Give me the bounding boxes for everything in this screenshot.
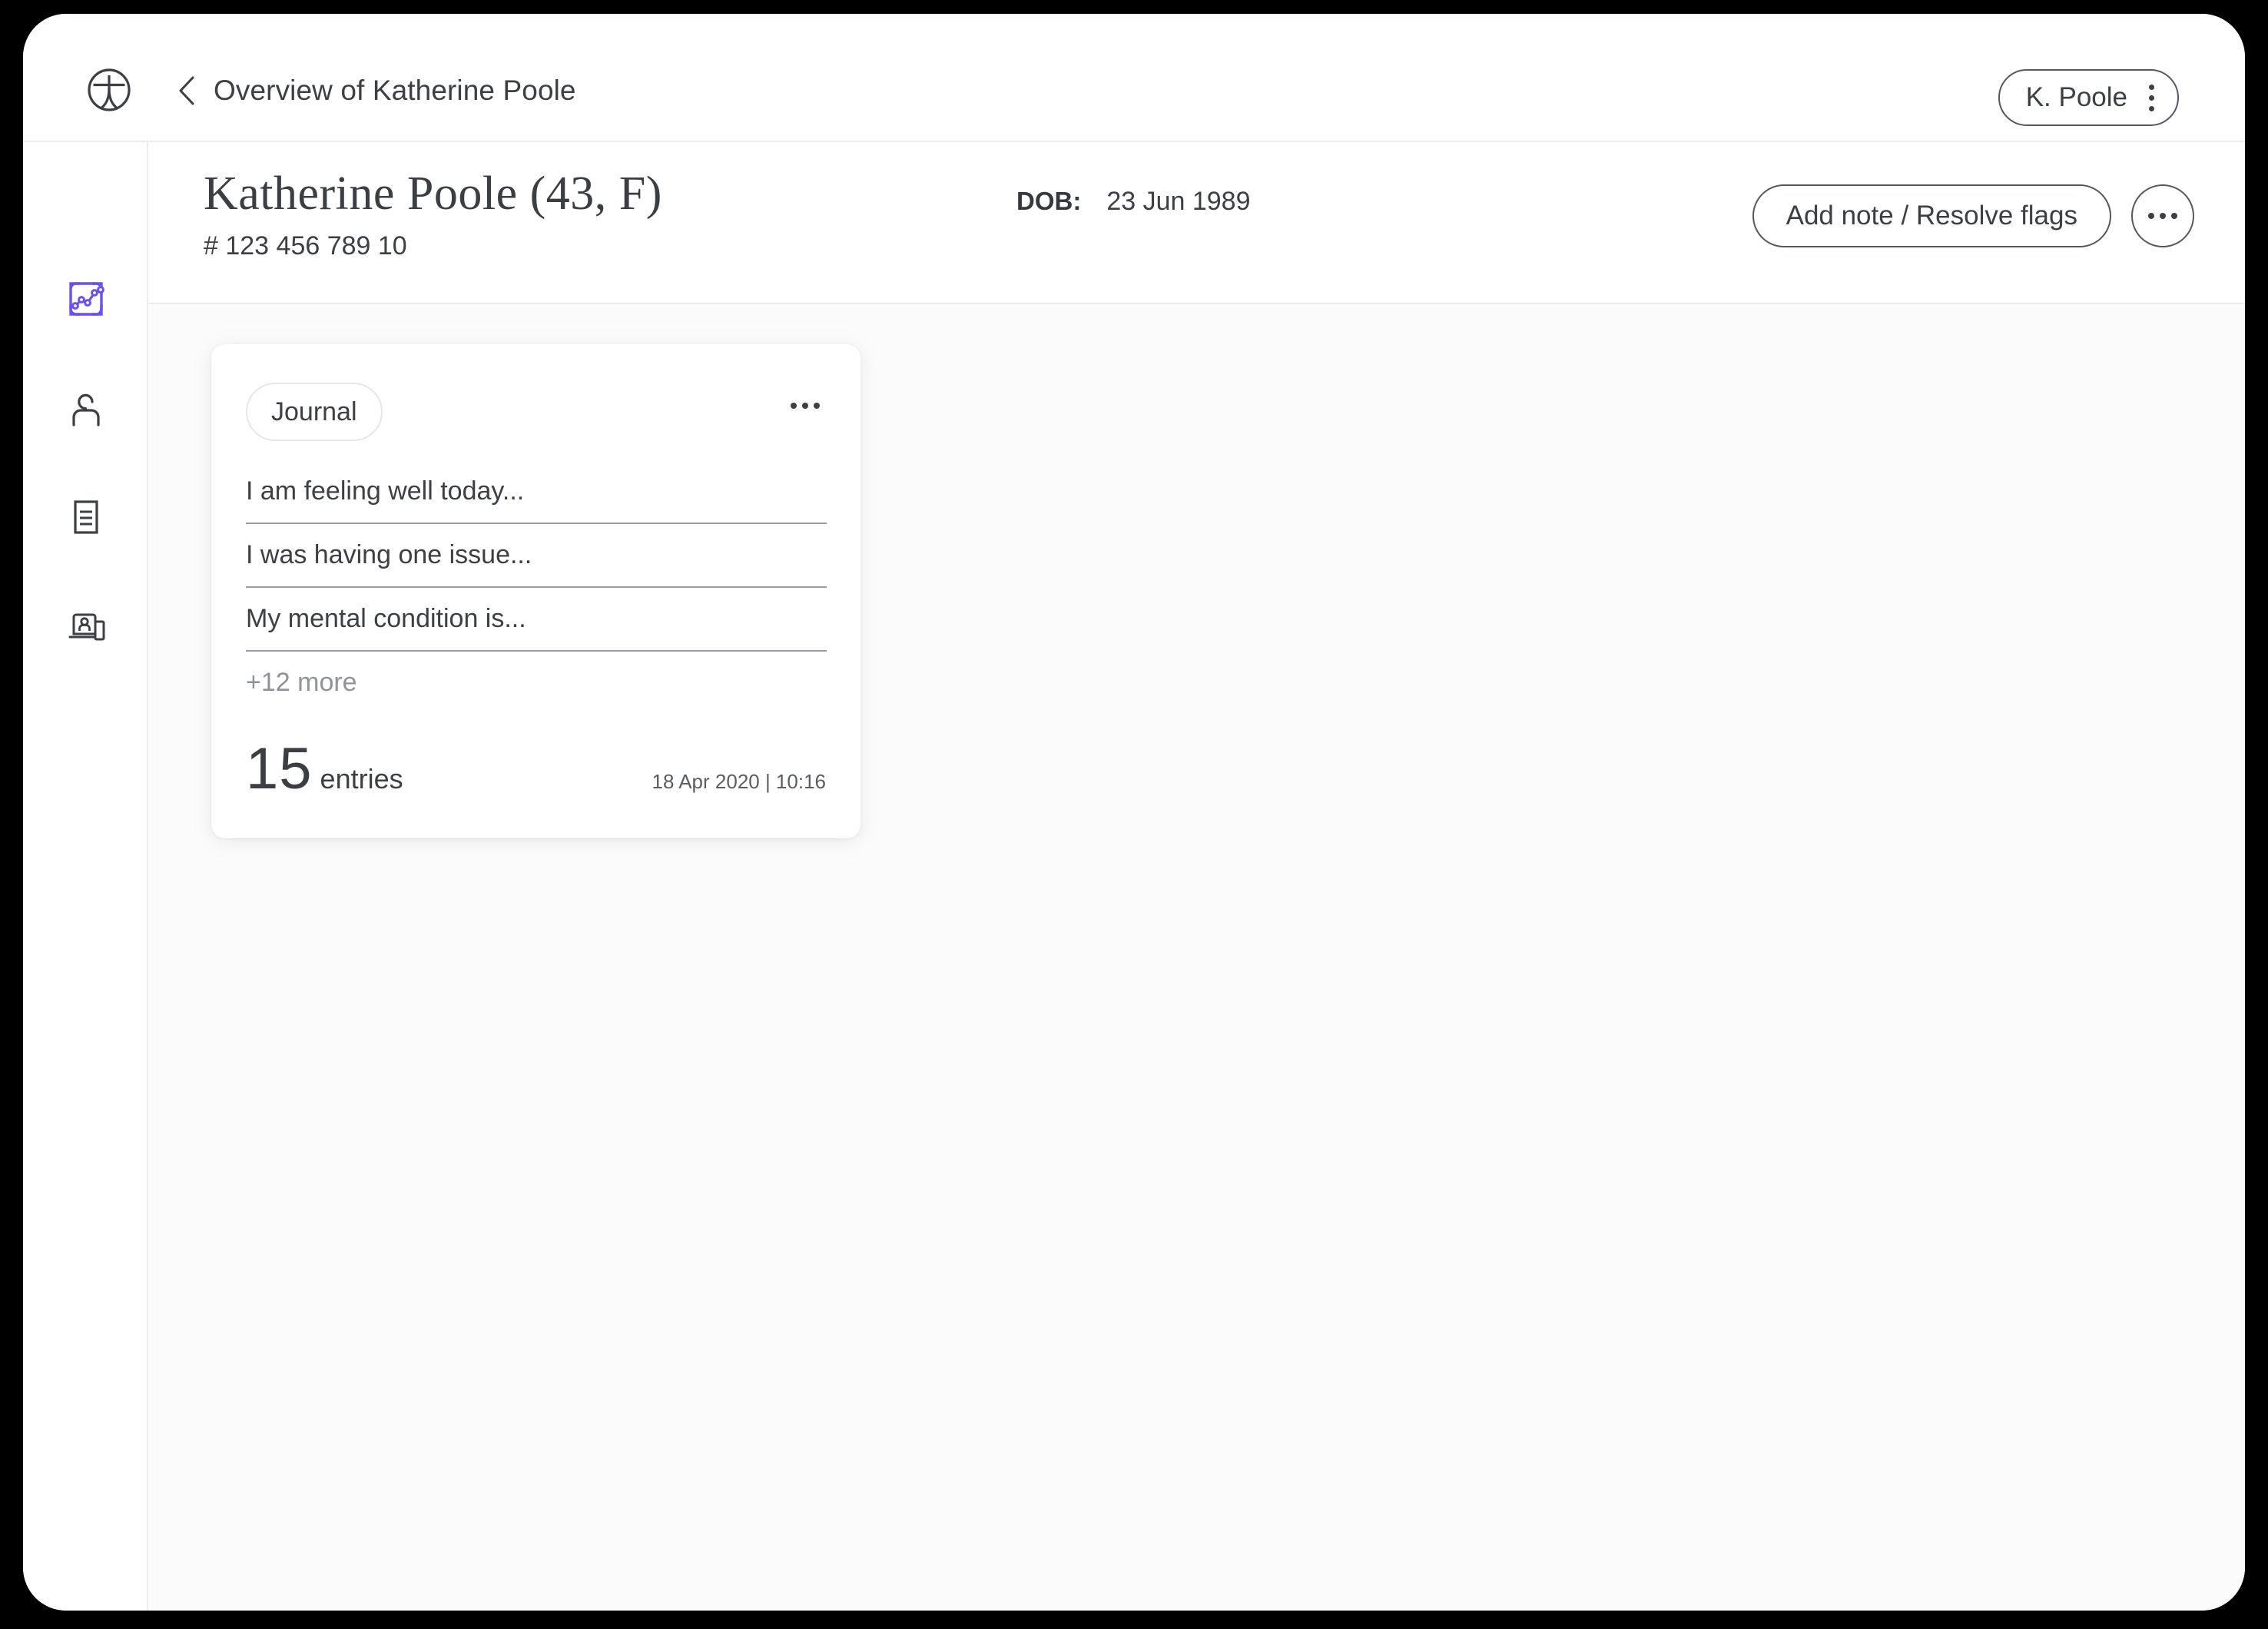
device-frame: Overview of Katherine Poole K. Poole Kat…	[23, 14, 2245, 1611]
patient-header: Katherine Poole (43, F) # 123 456 789 10…	[148, 142, 2245, 304]
header-actions: Add note / Resolve flags	[1752, 184, 2194, 247]
person-icon	[66, 388, 106, 428]
journal-tag[interactable]: Journal	[246, 383, 383, 441]
breadcrumb: Overview of Katherine Poole	[214, 75, 576, 106]
sidebar-item-documents[interactable]	[23, 463, 148, 572]
document-icon	[66, 497, 106, 537]
add-note-button[interactable]: Add note / Resolve flags	[1752, 184, 2111, 247]
journal-count-unit: entries	[320, 763, 403, 795]
chevron-left-icon	[179, 76, 194, 105]
content-canvas: Journal I am feeling well today... I was…	[148, 304, 2245, 1611]
sidebar-item-profile[interactable]	[23, 353, 148, 463]
journal-count-block: 15 entries	[246, 740, 403, 798]
sidebar	[23, 142, 148, 1611]
list-item[interactable]: I was having one issue...	[246, 524, 827, 588]
user-chip-button[interactable]: K. Poole	[1998, 69, 2179, 126]
back-button[interactable]: Overview of Katherine Poole	[177, 60, 576, 121]
journal-timestamp: 18 Apr 2020 | 10:16	[652, 770, 827, 793]
patient-more-button[interactable]	[2131, 184, 2194, 247]
journal-count: 15	[246, 736, 313, 801]
patient-id: # 123 456 789 10	[204, 231, 407, 260]
sidebar-item-telehealth[interactable]	[23, 572, 148, 681]
sidebar-item-analytics[interactable]	[23, 244, 148, 353]
horizontal-dots-icon	[2148, 213, 2177, 219]
page-title: Katherine Poole (43, F)	[204, 168, 662, 220]
journal-card-header: Journal	[211, 344, 860, 449]
laptop-person-icon	[66, 606, 106, 646]
clinic-logo-icon[interactable]	[87, 68, 131, 112]
list-item[interactable]: I am feeling well today...	[246, 460, 827, 524]
journal-entry-list: I am feeling well today... I was having …	[246, 460, 827, 713]
top-bar: Overview of Katherine Poole K. Poole	[23, 14, 2245, 142]
dob-block: DOB: 23 Jun 1989	[1016, 187, 1251, 217]
line-chart-icon	[66, 279, 106, 319]
dob-value: 23 Jun 1989	[1106, 187, 1251, 216]
journal-more-link[interactable]: +12 more	[246, 652, 827, 713]
journal-card[interactable]: Journal I am feeling well today... I was…	[211, 344, 860, 838]
journal-card-footer: 15 entries 18 Apr 2020 | 10:16	[246, 740, 827, 798]
user-chip-label: K. Poole	[2025, 82, 2127, 112]
vertical-dots-icon[interactable]	[2149, 84, 2154, 111]
journal-more-button[interactable]	[784, 390, 827, 421]
dob-label: DOB:	[1016, 187, 1082, 215]
list-item[interactable]: My mental condition is...	[246, 588, 827, 652]
horizontal-dots-icon	[791, 403, 820, 409]
